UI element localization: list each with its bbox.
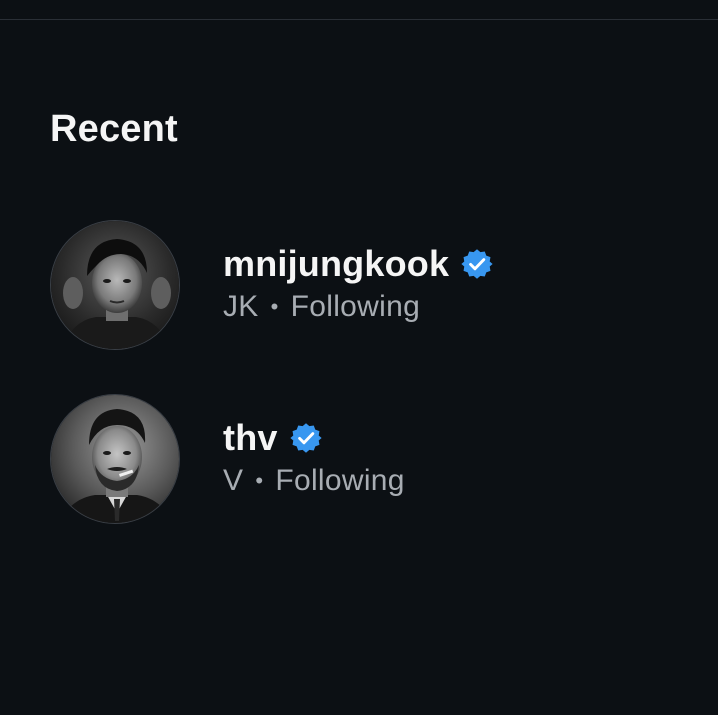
display-name: JK xyxy=(223,290,259,323)
user-avatar-photo-icon xyxy=(51,221,179,349)
relation-status: Following xyxy=(275,464,405,497)
search-result-row[interactable]: mnijungkook JK • Following xyxy=(50,220,690,352)
top-divider xyxy=(0,19,718,20)
username: thv xyxy=(223,417,278,458)
verified-badge-icon xyxy=(290,422,322,454)
username: mnijungkook xyxy=(223,243,450,284)
separator-dot: • xyxy=(270,294,279,319)
search-result-row[interactable]: thv V • Following xyxy=(50,394,690,526)
subtitle-line: V • Following xyxy=(223,464,405,498)
separator-dot: • xyxy=(255,468,264,493)
user-avatar-photo-icon xyxy=(51,395,179,523)
subtitle-line: JK • Following xyxy=(223,290,420,324)
username-line: mnijungkook xyxy=(223,240,493,288)
avatar[interactable] xyxy=(50,220,180,350)
avatar[interactable] xyxy=(50,394,180,524)
verified-badge-icon xyxy=(461,248,493,280)
username-line: thv xyxy=(223,414,322,462)
relation-status: Following xyxy=(290,290,421,323)
section-title: Recent xyxy=(50,108,178,150)
display-name: V xyxy=(223,464,244,497)
